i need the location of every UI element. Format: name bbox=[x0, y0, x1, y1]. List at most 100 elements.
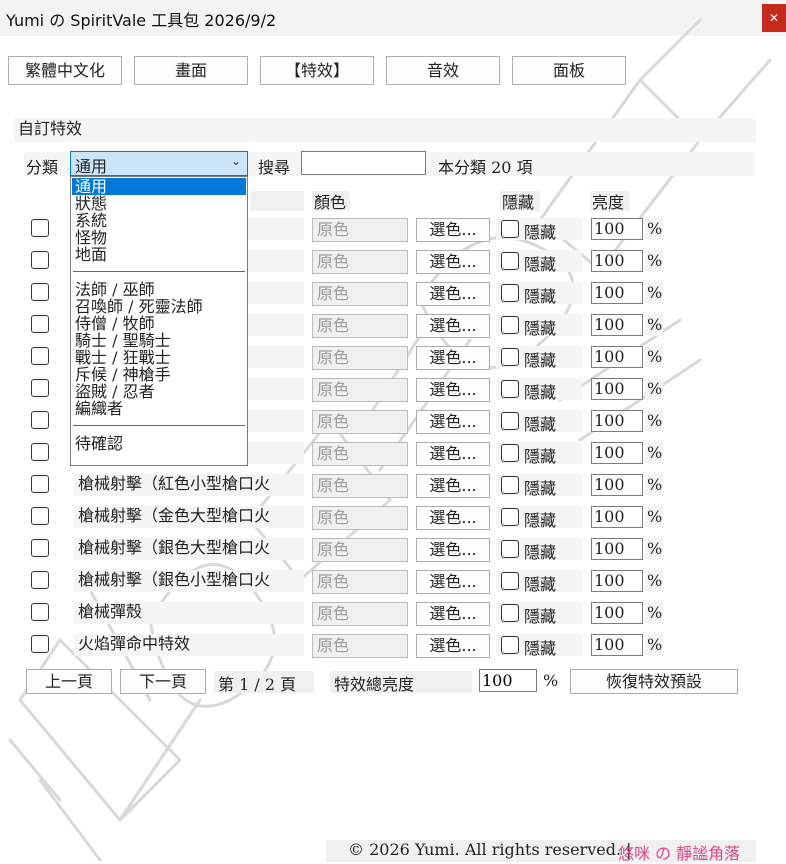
brightness-input[interactable]: 100 bbox=[591, 346, 643, 368]
effect-name: 火焰彈命中特效 bbox=[74, 634, 304, 656]
close-icon: ✕ bbox=[768, 11, 780, 25]
search-input[interactable] bbox=[301, 151, 426, 175]
pick-color-button[interactable]: 選色... bbox=[416, 250, 490, 274]
row-checkbox[interactable] bbox=[31, 475, 49, 493]
color-field: 原色 bbox=[312, 218, 408, 242]
pick-color-button[interactable]: 選色... bbox=[416, 282, 490, 306]
hide-checkbox[interactable] bbox=[501, 412, 519, 430]
row-checkbox[interactable] bbox=[31, 539, 49, 557]
dropdown-option[interactable]: 狀態 bbox=[72, 195, 246, 212]
row-checkbox[interactable] bbox=[31, 443, 49, 461]
hide-checkbox[interactable] bbox=[501, 220, 519, 238]
tab-localization[interactable]: 繁體中文化 bbox=[8, 56, 122, 85]
dropdown-option[interactable]: 待確認 bbox=[72, 435, 246, 452]
pick-color-button[interactable]: 選色... bbox=[416, 634, 490, 658]
percent-sign: % bbox=[647, 283, 663, 302]
row-checkbox[interactable] bbox=[31, 283, 49, 301]
hide-checkbox[interactable] bbox=[501, 348, 519, 366]
brightness-input[interactable]: 100 bbox=[591, 282, 643, 304]
brightness-input[interactable]: 100 bbox=[591, 218, 643, 240]
row-checkbox[interactable] bbox=[31, 251, 49, 269]
dropdown-option[interactable]: 騎士 / 聖騎士 bbox=[72, 332, 246, 349]
dropdown-option[interactable]: 侍僧 / 牧師 bbox=[72, 315, 246, 332]
dropdown-option[interactable]: 系統 bbox=[72, 212, 246, 229]
section-title: 自訂特效 bbox=[14, 118, 756, 142]
brightness-input[interactable]: 100 bbox=[591, 474, 643, 496]
pick-color-button[interactable]: 選色... bbox=[416, 538, 490, 562]
dropdown-option[interactable]: 通用 bbox=[72, 178, 246, 195]
next-page-button[interactable]: 下一頁 bbox=[120, 669, 206, 694]
brightness-input[interactable]: 100 bbox=[591, 378, 643, 400]
pick-color-button[interactable]: 選色... bbox=[416, 410, 490, 434]
tab-display[interactable]: 畫面 bbox=[134, 56, 248, 85]
pick-color-button[interactable]: 選色... bbox=[416, 218, 490, 242]
brightness-input[interactable]: 100 bbox=[591, 314, 643, 336]
hide-label: 隱藏 bbox=[524, 287, 557, 306]
hide-checkbox[interactable] bbox=[501, 316, 519, 334]
dropdown-option[interactable]: 盜賊 / 忍者 bbox=[72, 383, 246, 400]
color-field: 原色 bbox=[312, 506, 408, 530]
hide-checkbox[interactable] bbox=[501, 284, 519, 302]
tab-audio[interactable]: 音效 bbox=[386, 56, 500, 85]
total-brightness-input[interactable] bbox=[479, 669, 537, 692]
percent-sign: % bbox=[647, 635, 663, 654]
close-button[interactable]: ✕ bbox=[762, 4, 786, 32]
row-checkbox[interactable] bbox=[31, 571, 49, 589]
hide-label: 隱藏 bbox=[524, 479, 557, 498]
brightness-input[interactable]: 100 bbox=[591, 442, 643, 464]
tab-panel[interactable]: 面板 bbox=[512, 56, 626, 85]
percent-sign: % bbox=[647, 603, 663, 622]
pick-color-button[interactable]: 選色... bbox=[416, 378, 490, 402]
brand-link[interactable]: 悠咪 の 靜謐角落 bbox=[618, 840, 740, 864]
pick-color-button[interactable]: 選色... bbox=[416, 314, 490, 338]
hide-checkbox[interactable] bbox=[501, 572, 519, 590]
category-dropdown[interactable]: 通用 狀態 系統 怪物 地面法師 / 巫師 召喚師 / 死靈法師 侍僧 / 牧師 騎士 / 聖… bbox=[70, 176, 248, 466]
reset-effects-button[interactable]: 恢復特效預設 bbox=[570, 669, 738, 694]
row-checkbox[interactable] bbox=[31, 635, 49, 653]
dropdown-option[interactable]: 編織者 bbox=[72, 400, 246, 417]
brightness-input[interactable]: 100 bbox=[591, 250, 643, 272]
pick-color-button[interactable]: 選色... bbox=[416, 602, 490, 626]
page-indicator: 第 1 / 2 頁 bbox=[218, 675, 297, 694]
row-checkbox[interactable] bbox=[31, 507, 49, 525]
dropdown-option[interactable]: 地面 bbox=[72, 246, 246, 263]
row-checkbox[interactable] bbox=[31, 219, 49, 237]
pick-color-button[interactable]: 選色... bbox=[416, 346, 490, 370]
category-select[interactable]: 通用 ⌄ bbox=[70, 151, 248, 176]
row-checkbox[interactable] bbox=[31, 315, 49, 333]
dropdown-option[interactable]: 戰士 / 狂戰士 bbox=[72, 349, 246, 366]
brightness-input[interactable]: 100 bbox=[591, 634, 643, 656]
dropdown-option[interactable]: 怪物 bbox=[72, 229, 246, 246]
dropdown-option[interactable]: 召喚師 / 死靈法師 bbox=[72, 298, 246, 315]
brightness-input[interactable]: 100 bbox=[591, 506, 643, 528]
row-checkbox[interactable] bbox=[31, 347, 49, 365]
hide-checkbox[interactable] bbox=[501, 252, 519, 270]
hide-checkbox[interactable] bbox=[501, 476, 519, 494]
brightness-input[interactable]: 100 bbox=[591, 602, 643, 624]
row-checkbox[interactable] bbox=[31, 411, 49, 429]
hide-checkbox[interactable] bbox=[501, 636, 519, 654]
pick-color-button[interactable]: 選色... bbox=[416, 474, 490, 498]
brightness-input[interactable]: 100 bbox=[591, 538, 643, 560]
dropdown-option[interactable]: 斥候 / 神槍手 bbox=[72, 366, 246, 383]
row-checkbox[interactable] bbox=[31, 379, 49, 397]
prev-page-button[interactable]: 上一頁 bbox=[26, 669, 112, 694]
pick-color-button[interactable]: 選色... bbox=[416, 506, 490, 530]
title-bar: Yumi の SpiritVale 工具包 2026/9/2 ✕ bbox=[0, 0, 786, 36]
brightness-input[interactable]: 100 bbox=[591, 410, 643, 432]
hide-label: 隱藏 bbox=[524, 639, 557, 658]
hide-checkbox[interactable] bbox=[501, 380, 519, 398]
row-checkbox[interactable] bbox=[31, 603, 49, 621]
hide-checkbox[interactable] bbox=[501, 508, 519, 526]
tab-effects[interactable]: 【特效】 bbox=[260, 56, 374, 85]
dropdown-option[interactable]: 法師 / 巫師 bbox=[72, 281, 246, 298]
hide-checkbox[interactable] bbox=[501, 540, 519, 558]
brightness-input[interactable]: 100 bbox=[591, 570, 643, 592]
hide-checkbox[interactable] bbox=[501, 444, 519, 462]
pick-color-button[interactable]: 選色... bbox=[416, 570, 490, 594]
hide-label: 隱藏 bbox=[524, 415, 557, 434]
pick-color-button[interactable]: 選色... bbox=[416, 442, 490, 466]
copyright-bar: © 2026 Yumi. All rights reserved. | 悠咪 の… bbox=[326, 840, 756, 864]
hide-checkbox[interactable] bbox=[501, 604, 519, 622]
color-field: 原色 bbox=[312, 442, 408, 466]
